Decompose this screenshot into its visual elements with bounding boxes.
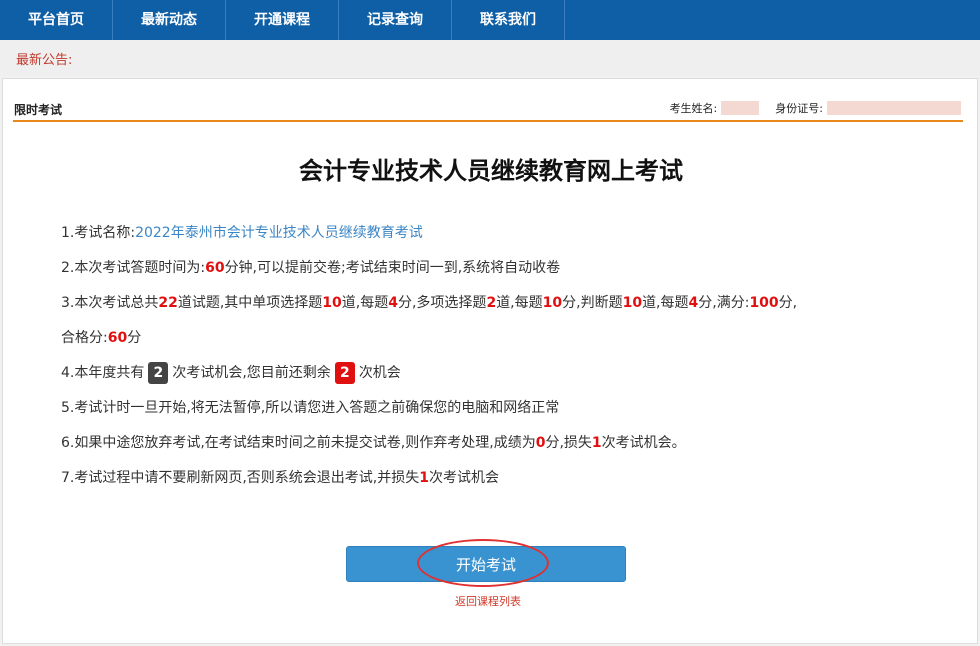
multi-count: 2 bbox=[486, 295, 497, 311]
total-questions: 22 bbox=[158, 295, 178, 311]
rule-4-text-b: 次考试机会,您目前还剩余 bbox=[172, 365, 331, 381]
rule-2: 2.本次考试答题时间为:60分钟,可以提前交卷;考试结束时间一到,系统将自动收卷 bbox=[61, 257, 941, 292]
rule-3-text-c: 道,每题 bbox=[341, 295, 389, 311]
rule-3-text-d: 分,多项选择题 bbox=[397, 295, 487, 311]
rule-6-text-c: 次考试机会。 bbox=[601, 435, 686, 451]
nav-records[interactable]: 记录查询 bbox=[339, 0, 452, 40]
id-redacted bbox=[827, 101, 961, 115]
total-chances-badge: 2 bbox=[148, 362, 169, 384]
abandon-lose: 1 bbox=[591, 435, 602, 451]
abandon-score: 0 bbox=[535, 435, 546, 451]
exam-name: 2022年泰州市会计专业技术人员继续教育考试 bbox=[135, 225, 423, 241]
remaining-chances-badge: 2 bbox=[334, 362, 355, 384]
rule-2-text-b: 分钟,可以提前交卷;考试结束时间一到,系统将自动收卷 bbox=[224, 260, 561, 276]
rule-7: 7.考试过程中请不要刷新网页,否则系统会退出考试,并损失1次考试机会 bbox=[61, 467, 941, 502]
rule-4-text-c: 次机会 bbox=[358, 365, 401, 381]
multi-score: 10 bbox=[542, 295, 563, 311]
rule-3-text-h: 分,满分: bbox=[698, 295, 750, 311]
nav-home[interactable]: 平台首页 bbox=[0, 0, 113, 40]
rule-1: 1.考试名称:2022年泰州市会计专业技术人员继续教育考试 bbox=[61, 222, 941, 257]
panel-title: 限时考试 bbox=[14, 103, 63, 117]
full-score: 100 bbox=[749, 295, 779, 311]
rule-6: 6.如果中途您放弃考试,在考试结束时间之前未提交试卷,则作弃考处理,成绩为0分,… bbox=[61, 432, 941, 467]
name-redacted bbox=[721, 101, 760, 115]
notice-label: 最新公告: bbox=[16, 53, 73, 68]
exam-rules: 1.考试名称:2022年泰州市会计专业技术人员继续教育考试 2.本次考试答题时间… bbox=[61, 222, 941, 502]
rule-3-text-g: 道,每题 bbox=[642, 295, 689, 311]
rule-7-text-a: 7.考试过程中请不要刷新网页,否则系统会退出考试,并损失 bbox=[61, 470, 420, 486]
nav-news[interactable]: 最新动态 bbox=[113, 0, 226, 40]
rule-3-text-i: 分, bbox=[778, 295, 798, 311]
top-nav: 平台首页 最新动态 开通课程 记录查询 联系我们 bbox=[0, 0, 980, 40]
refresh-lose: 1 bbox=[419, 470, 430, 486]
exam-duration: 60 bbox=[205, 260, 225, 276]
exam-title: 会计专业技术人员继续教育网上考试 bbox=[299, 157, 683, 185]
rule-3-cont: 合格分:60分 bbox=[61, 327, 941, 362]
rule-3-text-b: 道试题,其中单项选择题 bbox=[177, 295, 323, 311]
rule-4: 4.本年度共有 2 次考试机会,您目前还剩余 2 次机会 bbox=[61, 362, 941, 397]
back-to-courses-link[interactable]: 返回课程列表 bbox=[3, 593, 973, 609]
single-score: 4 bbox=[388, 295, 398, 311]
rule-7-text-b: 次考试机会 bbox=[429, 470, 500, 486]
nav-courses[interactable]: 开通课程 bbox=[226, 0, 339, 40]
title-divider bbox=[13, 120, 963, 122]
rule-1-label: 1.考试名称: bbox=[61, 225, 136, 241]
rule-5: 5.考试计时一旦开始,将无法暂停,所以请您进入答题之前确保您的电脑和网络正常 bbox=[61, 400, 560, 416]
start-exam-button[interactable]: 开始考试 bbox=[346, 546, 626, 582]
rule-3-text-e: 道,每题 bbox=[496, 295, 543, 311]
rule-3-text-a: 3.本次考试总共 bbox=[61, 295, 159, 311]
rule-6-text-a: 6.如果中途您放弃考试,在考试结束时间之前未提交试卷,则作弃考处理,成绩为 bbox=[61, 435, 536, 451]
name-label: 考生姓名: bbox=[669, 102, 718, 115]
rule-4-text-a: 4.本年度共有 bbox=[61, 365, 145, 381]
rule-3-text-f: 分,判断题 bbox=[562, 295, 623, 311]
pass-unit: 分 bbox=[127, 330, 142, 346]
nav-contact[interactable]: 联系我们 bbox=[452, 0, 565, 40]
rule-3: 3.本次考试总共22道试题,其中单项选择题10道,每题4分,多项选择题2道,每题… bbox=[61, 292, 941, 327]
pass-score: 60 bbox=[107, 330, 128, 346]
judge-count: 10 bbox=[622, 295, 643, 311]
judge-score: 4 bbox=[688, 295, 699, 311]
rule-2-text-a: 2.本次考试答题时间为: bbox=[61, 260, 206, 276]
exam-panel: 限时考试 考生姓名: 身份证号: 会计专业技术人员继续教育网上考试 1.考试名称… bbox=[2, 78, 978, 644]
single-count: 10 bbox=[322, 295, 342, 311]
pass-label: 合格分: bbox=[61, 330, 108, 346]
candidate-info: 考生姓名: 身份证号: bbox=[670, 100, 961, 116]
id-label: 身份证号: bbox=[775, 102, 823, 115]
rule-6-text-b: 分,损失 bbox=[545, 435, 592, 451]
notice-bar: 最新公告: bbox=[0, 40, 980, 76]
